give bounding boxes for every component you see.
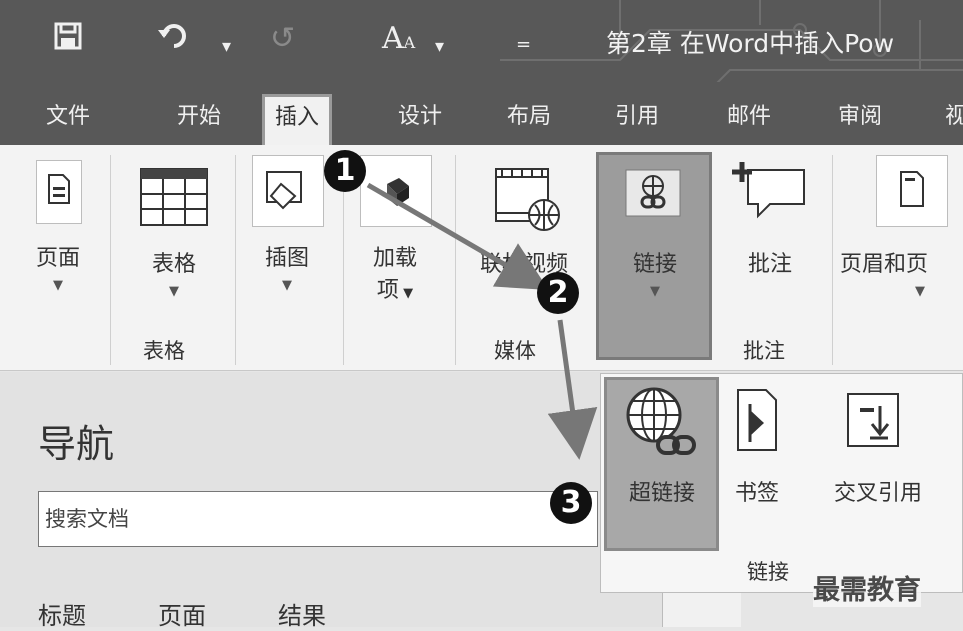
customize-quick-access-icon[interactable]: = [516,28,531,62]
comment-group-label: 批注 [743,339,785,363]
link-button[interactable]: 链接 ▼ [612,246,698,299]
ribbon-tabs: 文件 开始 插入 设计 布局 引用 邮件 审阅 视 [0,82,963,147]
link-label: 链接 [632,252,677,277]
document-area [662,590,741,627]
watermark-text: 最需教育 [813,568,921,607]
tab-view[interactable]: 视 [945,100,963,134]
link-chevron-icon: ▼ [650,284,660,299]
step-marker-3: 3 [550,482,592,524]
links-group-label: 链接 [747,560,789,584]
illustrations-label: 插图 [264,246,309,271]
link-icon [624,168,682,222]
hyperlink-globe-icon [620,385,700,465]
save-icon[interactable] [54,22,82,58]
media-group-label: 媒体 [494,339,536,363]
hyperlink-label[interactable]: 超链接 [608,475,716,507]
bookmark-icon [736,388,778,456]
tab-insert[interactable]: 插入 [262,94,333,147]
illustrations-button[interactable]: 插图 ▼ [254,240,320,293]
illustrations-icon [252,155,324,227]
table-group-label: 表格 [143,339,185,363]
nav-tab-pages[interactable]: 页面 [158,596,206,631]
addins-button[interactable]: 加载 项 ▼ [360,240,430,304]
addins-store-icon [360,155,432,227]
separator [832,155,833,365]
header-footer-chevron-icon: ▼ [915,284,925,299]
step-marker-2: 2 [537,272,579,314]
table-button[interactable]: 表格 ▼ [140,246,208,299]
step-marker-1: 1 [324,150,366,192]
font-dropdown-chevron-icon[interactable]: ▾ [435,30,444,64]
bookmark-label[interactable]: 书签 [730,475,784,507]
separator [455,155,456,365]
online-video-icon [494,165,564,237]
search-placeholder: 搜索文档 [45,507,129,531]
document-title: 第2章 在Word中插入Pow [606,29,895,58]
undo-icon[interactable] [156,22,190,58]
cross-reference-icon [840,388,906,456]
table-icon [140,168,208,230]
separator [235,155,236,365]
font-size-icon[interactable]: AA [382,22,415,60]
pages-label: 页面 [35,246,80,271]
tab-layout[interactable]: 布局 [507,100,551,134]
navigation-title: 导航 [38,422,115,466]
tab-home[interactable]: 开始 [177,100,221,134]
tab-design[interactable]: 设计 [398,100,442,134]
header-footer-label: 页眉和页 [840,252,929,277]
comment-button[interactable]: 批注 [734,246,806,278]
table-label: 表格 [151,252,196,277]
illustrations-chevron-icon: ▼ [282,278,292,293]
search-document-input[interactable]: 搜索文档 [38,491,598,547]
addins-label-line2: 项 [376,278,399,303]
cross-reference-label[interactable]: 交叉引用 [815,475,941,507]
undo-dropdown-chevron-icon[interactable]: ▾ [222,30,231,64]
separator [110,155,111,365]
redo-icon[interactable]: ↺ [270,22,295,56]
addins-chevron-icon: ▼ [398,286,414,301]
nav-tab-headings[interactable]: 标题 [38,596,86,631]
header-footer-button[interactable]: 页眉和页 ▼ [840,246,963,299]
addins-label-line1: 加载 [372,246,417,271]
pages-icon [36,160,82,224]
pages-button[interactable]: 页面 ▼ [30,240,86,293]
title-bar: ▾ ↺ AA ▾ = 第2章 在Word中插入Pow [0,0,963,101]
pages-chevron-icon: ▼ [53,278,63,293]
new-comment-icon [732,160,808,226]
comment-label: 批注 [747,252,792,277]
header-footer-icon [876,155,948,227]
tab-mailings[interactable]: 邮件 [727,100,771,134]
tab-references[interactable]: 引用 [615,100,659,134]
tab-file[interactable]: 文件 [46,100,90,134]
table-chevron-icon: ▼ [169,284,179,299]
nav-tab-results[interactable]: 结果 [278,596,326,631]
tab-review[interactable]: 审阅 [838,100,882,134]
